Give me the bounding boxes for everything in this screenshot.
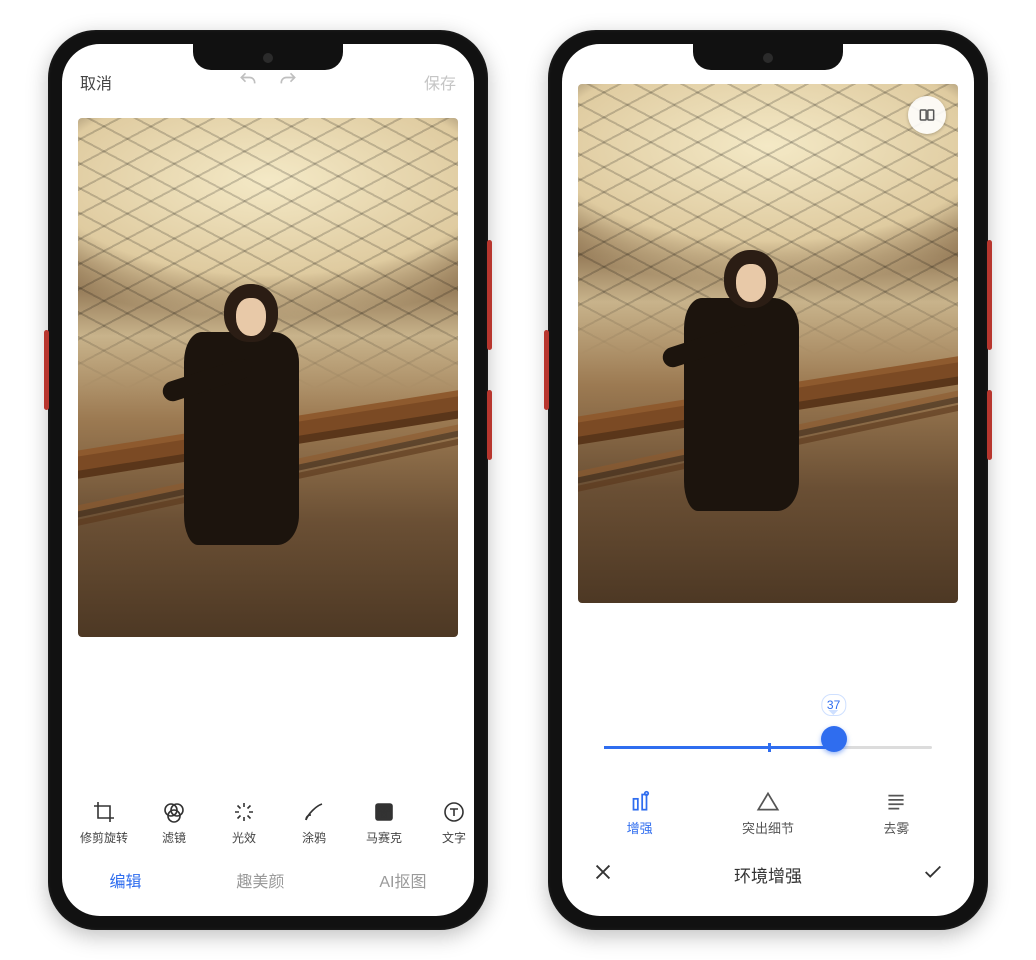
option-label: 增强 — [627, 818, 653, 837]
triangle-icon — [742, 784, 794, 818]
tool-label: 滤镜 — [140, 829, 208, 846]
phone-notch — [693, 44, 843, 70]
option-label: 突出细节 — [742, 818, 794, 837]
edited-photo — [78, 118, 458, 637]
tool-filter[interactable]: 滤镜 — [140, 795, 208, 846]
phone-left: 取消 保存 — [48, 30, 488, 930]
phone-side-button — [487, 240, 492, 350]
cancel-button[interactable]: 取消 — [80, 70, 112, 94]
undo-button[interactable] — [228, 70, 268, 95]
phone-side-button — [544, 330, 549, 410]
option-dehaze[interactable]: 去雾 — [883, 784, 909, 837]
option-enhance[interactable]: 增强 — [627, 784, 653, 837]
tool-row: 修剪旋转 滤镜 光效 涂鸦 — [62, 785, 474, 852]
brush-icon — [280, 795, 348, 829]
enhance-slider[interactable]: 37 — [562, 716, 974, 778]
tool-text[interactable]: 文字 — [420, 795, 474, 846]
compare-icon — [917, 105, 937, 125]
slider-fill — [604, 746, 834, 749]
tool-light-effect[interactable]: 光效 — [210, 795, 278, 846]
undo-icon — [238, 70, 258, 90]
photo-canvas[interactable] — [62, 104, 474, 785]
screen-edit: 取消 保存 — [62, 44, 474, 916]
phone-side-button — [44, 330, 49, 410]
check-icon — [922, 861, 944, 883]
phone-side-button — [987, 390, 992, 460]
save-button[interactable]: 保存 — [424, 70, 456, 94]
tool-label: 光效 — [210, 829, 278, 846]
close-button[interactable] — [592, 861, 614, 888]
redo-icon — [278, 70, 298, 90]
sparkle-icon — [210, 795, 278, 829]
slider-track — [604, 746, 932, 749]
tool-doodle[interactable]: 涂鸦 — [280, 795, 348, 846]
phone-side-button — [987, 240, 992, 350]
text-icon — [420, 795, 474, 829]
slider-mid-marker — [768, 743, 771, 752]
screen-enhance: 37 增强 突出细节 — [562, 44, 974, 916]
confirm-button[interactable] — [922, 861, 944, 888]
photo-subject — [669, 250, 813, 572]
tab-ai-cut[interactable]: AI抠图 — [379, 868, 426, 892]
confirm-bar: 环境增强 — [562, 841, 974, 916]
close-icon — [592, 861, 614, 883]
tool-mosaic[interactable]: 马赛克 — [350, 795, 418, 846]
compare-button[interactable] — [908, 96, 946, 134]
phone-right: 37 增强 突出细节 — [548, 30, 988, 930]
tool-label: 修剪旋转 — [70, 829, 138, 846]
tool-crop-rotate[interactable]: 修剪旋转 — [70, 795, 138, 846]
slider-value-bubble: 37 — [821, 694, 846, 716]
slider-thumb[interactable] — [821, 726, 847, 752]
tab-edit[interactable]: 编辑 — [109, 868, 141, 892]
crop-icon — [70, 795, 138, 829]
option-label: 去雾 — [883, 818, 909, 837]
enhance-icon — [627, 784, 653, 818]
panel-title: 环境增强 — [614, 862, 922, 887]
mosaic-icon — [350, 795, 418, 829]
option-detail[interactable]: 突出细节 — [742, 784, 794, 837]
bottom-tabs: 编辑 趣美颜 AI抠图 — [62, 852, 474, 916]
tab-beauty[interactable]: 趣美颜 — [236, 868, 284, 892]
tool-label: 马赛克 — [350, 829, 418, 846]
photo-canvas[interactable] — [562, 44, 974, 716]
redo-button[interactable] — [268, 70, 308, 95]
edited-photo — [578, 84, 958, 603]
tool-label: 文字 — [420, 829, 474, 846]
filter-icon — [140, 795, 208, 829]
lines-icon — [883, 784, 909, 818]
tool-label: 涂鸦 — [280, 829, 348, 846]
photo-subject — [169, 284, 313, 606]
enhance-options: 增强 突出细节 去雾 — [562, 778, 974, 841]
phone-notch — [193, 44, 343, 70]
phone-side-button — [487, 390, 492, 460]
